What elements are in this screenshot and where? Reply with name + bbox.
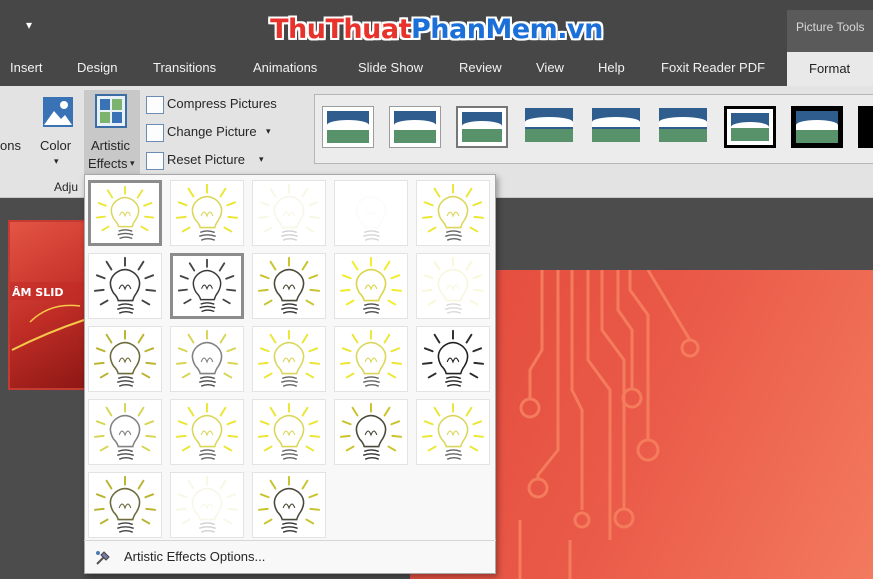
artistic-effect-option[interactable] <box>416 253 490 319</box>
artistic-effect-option[interactable] <box>88 253 162 319</box>
artistic-effect-option[interactable] <box>252 399 326 465</box>
color-dropdown-arrow[interactable]: ▾ <box>54 156 59 167</box>
artistic-effect-option[interactable] <box>334 253 408 319</box>
artistic-effect-option[interactable] <box>252 472 326 538</box>
lightbulb-sketch-icon <box>175 475 239 533</box>
picture-style-thumb[interactable] <box>724 106 776 148</box>
tab-animations[interactable]: Animations <box>253 60 317 75</box>
lightbulb-sketch-icon <box>175 329 239 387</box>
artistic-effect-option[interactable] <box>334 326 408 392</box>
artistic-effect-option[interactable] <box>252 253 326 319</box>
lightbulb-sketch-icon <box>257 402 321 460</box>
artistic-effects-label-1: Artistic <box>91 138 130 153</box>
tab-slide-show[interactable]: Slide Show <box>358 60 423 75</box>
tab-transitions[interactable]: Transitions <box>153 60 216 75</box>
compress-pictures-button[interactable]: Compress Pictures <box>167 96 277 111</box>
artistic-effect-option[interactable] <box>88 180 162 246</box>
picture-style-thumb[interactable] <box>791 106 843 148</box>
artistic-effects-options[interactable]: Artistic Effects Options... <box>124 549 265 564</box>
artistic-effect-option[interactable] <box>88 399 162 465</box>
change-picture-dropdown-arrow[interactable]: ▾ <box>266 126 271 137</box>
picture-style-thumb[interactable] <box>456 106 508 148</box>
picture-style-thumb[interactable] <box>858 106 873 148</box>
lightbulb-sketch-icon <box>339 402 403 460</box>
lightbulb-sketch-icon <box>175 402 239 460</box>
watermark-part: Thuat <box>325 14 412 45</box>
tab-review[interactable]: Review <box>459 60 502 75</box>
watermark-part: .vn <box>557 14 603 45</box>
slide-thumbnail[interactable]: ÂM SLID <box>8 220 88 390</box>
watermark-logo: ThuThuatPhanMem.vn <box>0 14 873 45</box>
tab-view[interactable]: View <box>536 60 564 75</box>
lightbulb-sketch-icon <box>257 183 321 241</box>
corrections-button-partial[interactable]: ons <box>0 138 21 153</box>
watermark-part: Thu <box>270 14 326 45</box>
lightbulb-sketch-icon <box>421 402 485 460</box>
lightbulb-sketch-icon <box>339 183 403 241</box>
picture-style-thumb[interactable] <box>590 106 642 148</box>
artistic-effect-option[interactable] <box>88 472 162 538</box>
reset-picture-dropdown-arrow[interactable]: ▾ <box>259 154 264 165</box>
reset-picture-button[interactable]: Reset Picture <box>167 152 245 167</box>
artistic-effect-option[interactable] <box>170 253 244 319</box>
artistic-effect-option[interactable] <box>416 399 490 465</box>
artistic-effect-option[interactable] <box>170 399 244 465</box>
lightbulb-sketch-icon <box>421 256 485 314</box>
lightbulb-sketch-icon <box>421 329 485 387</box>
lightbulb-sketch-icon <box>93 256 157 314</box>
picture-tools-label: Picture Tools <box>796 20 865 34</box>
lightbulb-sketch-icon <box>339 256 403 314</box>
artistic-effect-option[interactable] <box>334 399 408 465</box>
lightbulb-sketch-icon <box>93 329 157 387</box>
change-picture-icon <box>146 124 164 142</box>
artistic-effects-dropdown <box>84 174 496 574</box>
lightbulb-sketch-icon <box>95 185 155 240</box>
artistic-effect-option[interactable] <box>416 326 490 392</box>
tab-foxit-reader-pdf[interactable]: Foxit Reader PDF <box>661 60 765 75</box>
lightbulb-sketch-icon <box>93 402 157 460</box>
artistic-effects-icon <box>95 94 127 128</box>
artistic-effect-option[interactable] <box>416 180 490 246</box>
artistic-effect-option[interactable] <box>170 472 244 538</box>
reset-picture-icon <box>146 152 164 170</box>
adjust-group-label: Adju <box>54 180 79 194</box>
artistic-effect-option[interactable] <box>252 326 326 392</box>
lightbulb-sketch-icon <box>421 183 485 241</box>
picture-style-thumb[interactable] <box>657 106 709 148</box>
tab-help[interactable]: Help <box>598 60 625 75</box>
artistic-effects-options-icon <box>96 551 110 565</box>
artistic-effect-option[interactable] <box>88 326 162 392</box>
change-picture-button[interactable]: Change Picture <box>167 124 257 139</box>
tab-design[interactable]: Design <box>77 60 117 75</box>
picture-style-thumb[interactable] <box>523 106 575 148</box>
color-icon[interactable] <box>42 96 74 128</box>
compress-pictures-icon <box>146 96 164 114</box>
lightbulb-sketch-icon <box>177 258 237 313</box>
artistic-effect-option[interactable] <box>170 180 244 246</box>
watermark-part: Mem <box>485 14 558 45</box>
color-button-label[interactable]: Color <box>40 138 71 153</box>
lightbulb-sketch-icon <box>257 475 321 533</box>
menu-divider <box>84 540 496 541</box>
picture-style-thumb[interactable] <box>389 106 441 148</box>
slide-thumbnail-graphic: ÂM SLID <box>10 282 86 351</box>
artistic-effect-option[interactable] <box>334 180 408 246</box>
tab-insert[interactable]: Insert <box>10 60 43 75</box>
tab-format[interactable]: Format <box>787 52 873 86</box>
lightbulb-sketch-icon <box>257 329 321 387</box>
lightbulb-sketch-icon <box>93 475 157 533</box>
lightbulb-sketch-icon <box>257 256 321 314</box>
tab-format-label: Format <box>809 61 851 76</box>
picture-style-thumb[interactable] <box>322 106 374 148</box>
svg-text:ÂM SLID: ÂM SLID <box>12 286 63 299</box>
watermark-part: Phan <box>411 14 486 45</box>
artistic-effects-label-2: Effects <box>88 156 128 171</box>
lightbulb-sketch-icon <box>339 329 403 387</box>
artistic-effects-dropdown-arrow: ▾ <box>130 158 135 168</box>
artistic-effect-option[interactable] <box>170 326 244 392</box>
lightbulb-sketch-icon <box>175 183 239 241</box>
artistic-effect-option[interactable] <box>252 180 326 246</box>
